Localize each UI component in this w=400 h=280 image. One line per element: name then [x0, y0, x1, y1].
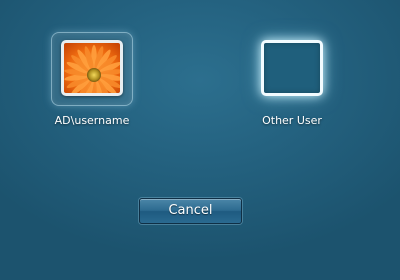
- user-tile-ad-username[interactable]: AD\username: [42, 30, 142, 150]
- flower-center: [87, 68, 101, 82]
- user-picture-frame[interactable]: [61, 40, 123, 96]
- orange-flower-user-picture: [64, 43, 120, 93]
- user-name-label: Other User: [262, 114, 322, 127]
- user-name-label: AD\username: [54, 114, 130, 127]
- login-screen: { "accounts": [ { "label": "AD\\username…: [0, 0, 400, 280]
- user-tile-other-user[interactable]: Other User: [242, 30, 342, 150]
- cancel-button[interactable]: Cancel: [139, 198, 242, 224]
- empty-user-picture-frame[interactable]: [261, 40, 323, 96]
